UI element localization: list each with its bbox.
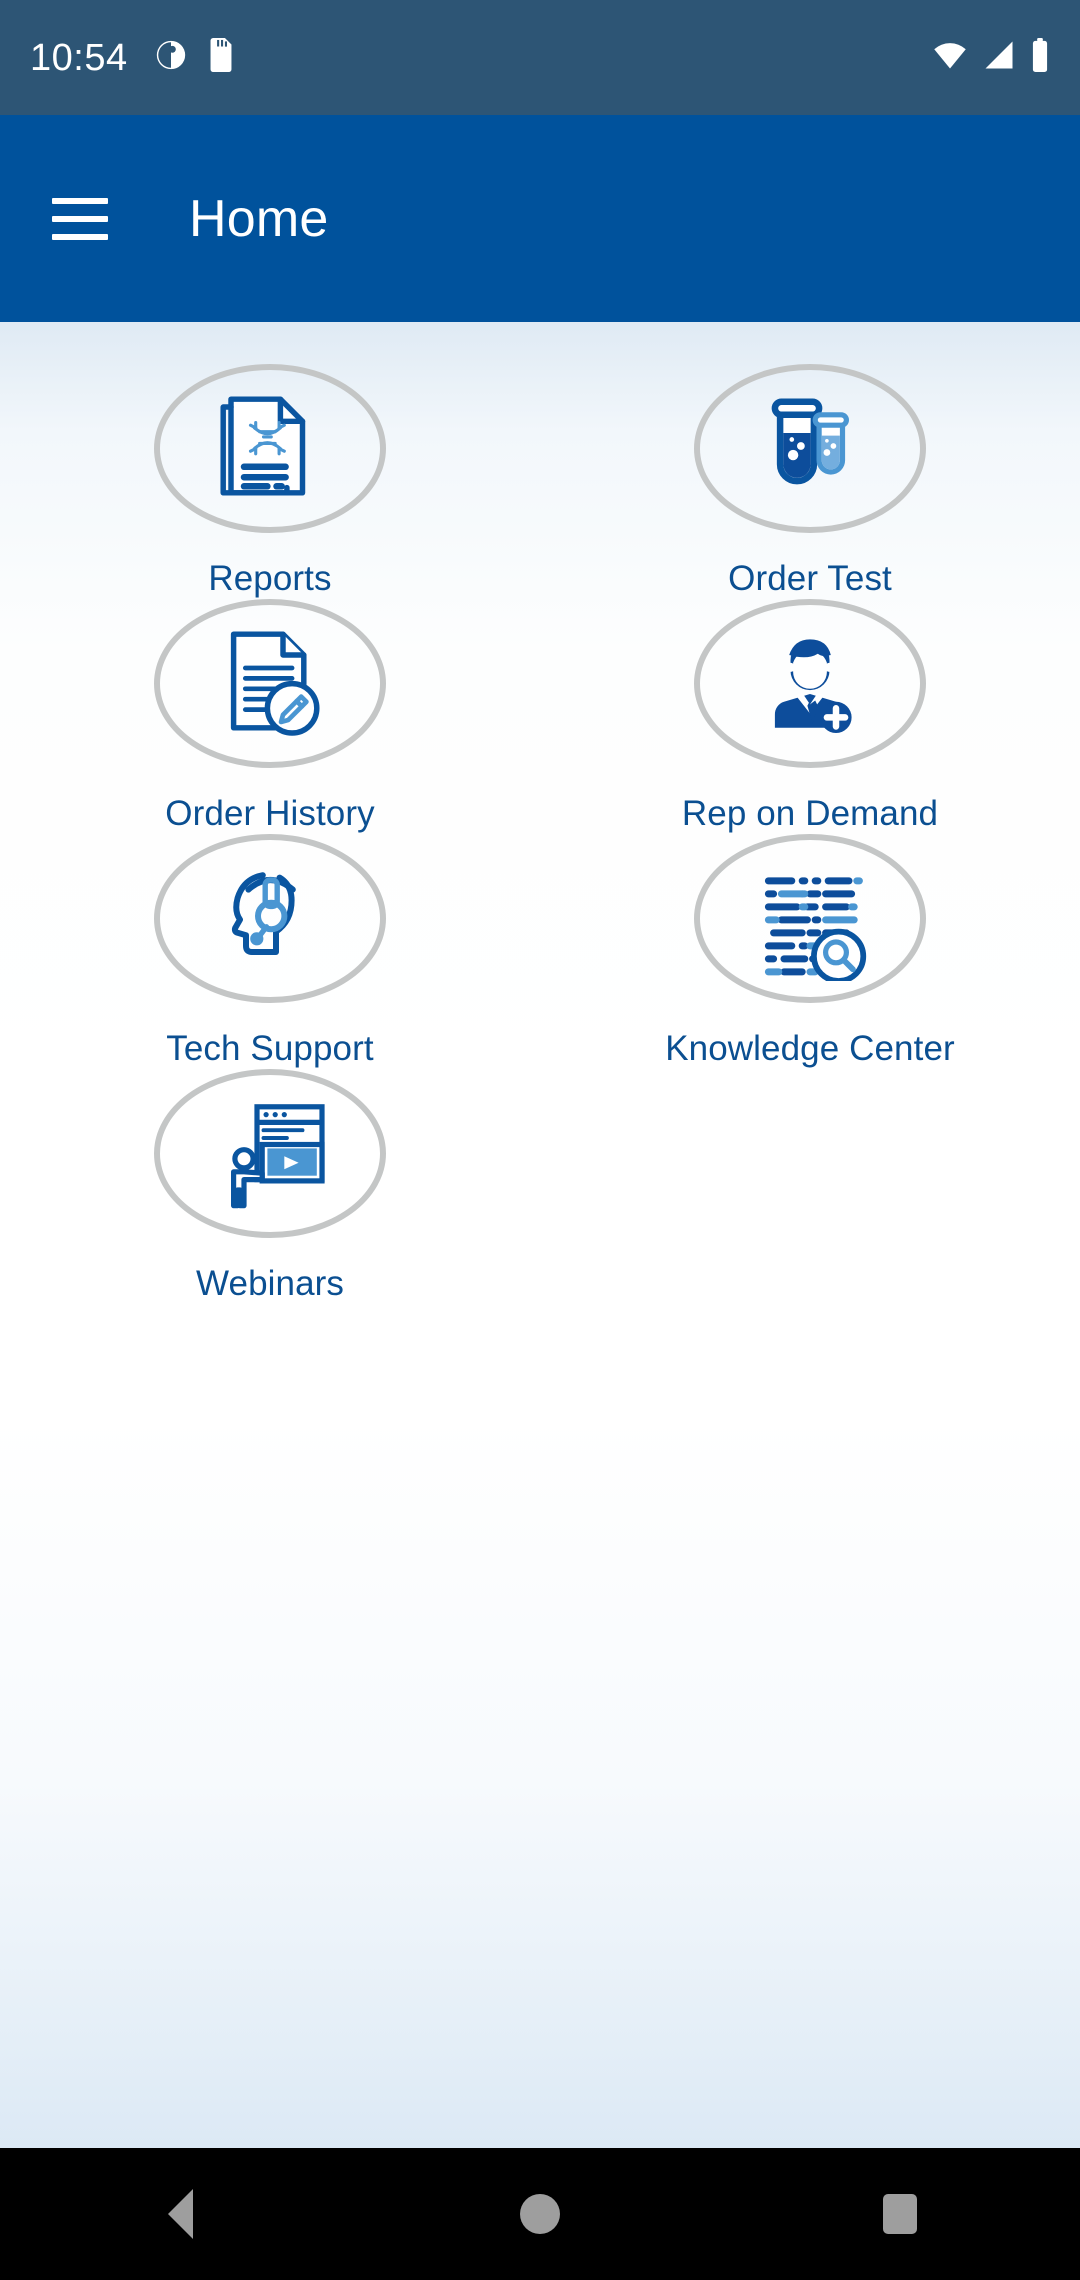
status-bar-clock: 10:54 [30,36,128,79]
home-tile-grid: Reports Order Test Order History Rep on … [0,322,1080,1304]
tile-order-test-circle [694,364,926,533]
app-notification-icon [154,38,188,77]
tile-rep-on-demand-circle [694,599,926,768]
status-bar-right-icons [932,38,1050,77]
cellular-signal-icon [982,40,1016,75]
wifi-icon [932,40,968,75]
hamburger-bar-2 [52,215,108,222]
tile-order-history-label: Order History [165,794,375,833]
nav-recents-button[interactable] [840,2148,960,2280]
tile-reports-label: Reports [208,559,332,598]
tile-tech-support-label: Tech Support [166,1029,374,1068]
battery-icon [1030,38,1050,77]
page-title: Home [189,189,329,248]
tile-knowledge-center-circle [694,834,926,1003]
home-content: Reports Order Test Order History Rep on … [0,322,1080,2148]
tile-webinars[interactable]: Webinars [40,1069,500,1304]
tile-rep-on-demand-label: Rep on Demand [681,794,939,833]
tile-rep-on-demand[interactable]: Rep on Demand [580,599,1040,834]
presenter-video-screen-icon [205,1086,335,1221]
tile-webinars-label: Webinars [196,1264,344,1303]
sales-rep-person-plus-icon [745,616,875,751]
tile-order-test[interactable]: Order Test [580,364,1040,599]
recents-square-icon [883,2194,917,2234]
android-navigation-bar [0,2148,1080,2280]
hamburger-bar-3 [52,233,108,240]
back-triangle-icon [167,2189,193,2239]
document-pencil-icon [205,616,335,751]
status-bar-left-icons [154,38,236,77]
report-document-dna-icon [205,381,335,516]
status-bar: 10:54 [0,0,1080,115]
tile-tech-support[interactable]: Tech Support [40,834,500,1069]
nav-back-button[interactable] [120,2148,240,2280]
sd-card-icon [206,38,236,77]
tile-order-history-circle [154,599,386,768]
hamburger-menu-icon[interactable] [52,197,108,240]
tile-knowledge-center[interactable]: Knowledge Center [580,834,1040,1069]
app-bar: Home [0,115,1080,322]
tile-reports-circle [154,364,386,533]
tile-knowledge-center-label: Knowledge Center [665,1029,955,1068]
home-circle-icon [520,2194,560,2234]
tile-order-history[interactable]: Order History [40,599,500,834]
test-tubes-icon [745,381,875,516]
app-screen: 10:54 Home Reports Order Test Order Hist… [0,0,1080,2280]
tile-order-test-label: Order Test [728,559,892,598]
nav-home-button[interactable] [480,2148,600,2280]
hamburger-bar-1 [52,197,108,204]
tile-tech-support-circle [154,834,386,1003]
text-lines-magnifier-icon [745,851,875,986]
tile-webinars-circle [154,1069,386,1238]
headset-head-icon [210,856,330,981]
tile-reports[interactable]: Reports [40,364,500,599]
